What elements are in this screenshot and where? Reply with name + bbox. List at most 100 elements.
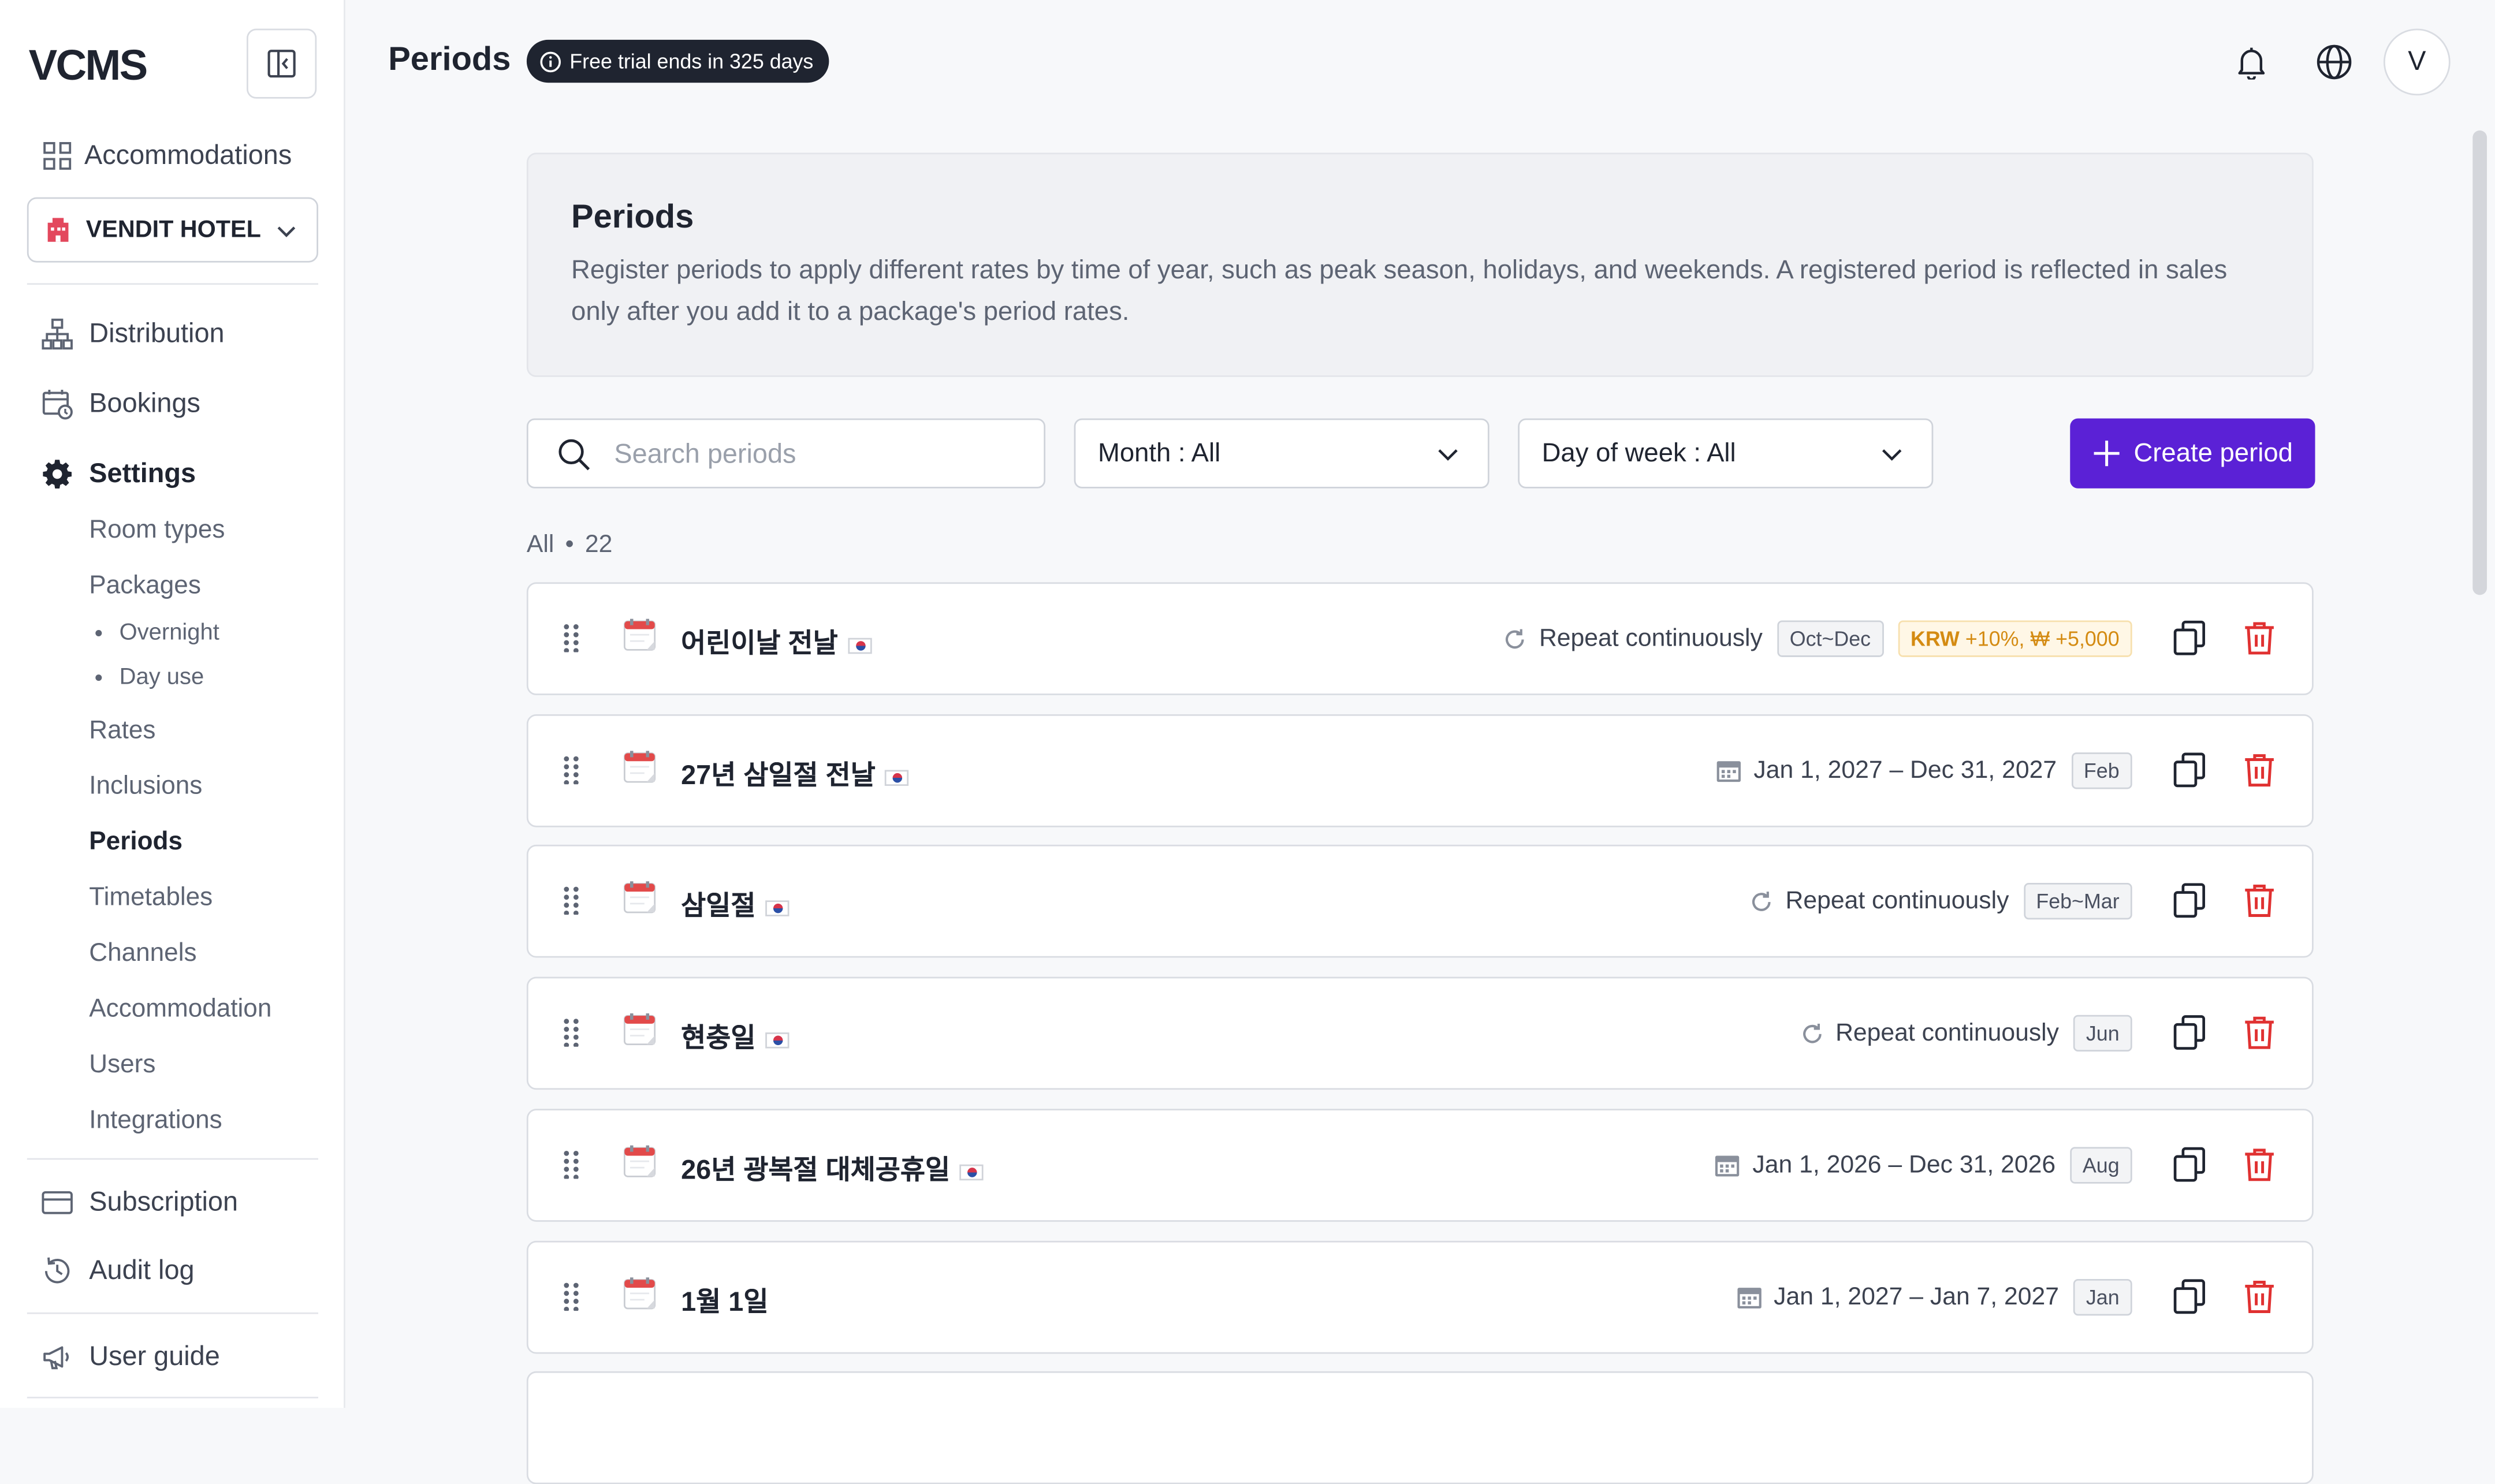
collapse-sidebar-button[interactable]	[247, 28, 317, 99]
language-button[interactable]	[2314, 42, 2355, 83]
sidebar-subitem-rates[interactable]: Rates	[89, 718, 155, 747]
period-name-text: 삼일절	[681, 890, 756, 922]
sidebar-subitem-inclusions[interactable]: Inclusions	[89, 773, 202, 802]
period-schedule: Jan 1, 2027 – Dec 31, 2027	[1715, 756, 2057, 785]
period-name-text: 27년 삼일절 전날	[681, 760, 876, 791]
sidebar-subitem-timetables[interactable]: Timetables	[89, 885, 213, 913]
user-avatar[interactable]: V	[2383, 28, 2451, 96]
period-schedule: Repeat continuously	[1799, 1019, 2059, 1048]
sidebar-item-label: Subscription	[89, 1187, 239, 1217]
month-filter-label: Month : All	[1097, 439, 1221, 468]
sidebar-item-distribution[interactable]: Distribution	[0, 315, 344, 353]
period-row[interactable]: 현충일 Repeat continuously Jun	[526, 976, 2314, 1090]
info-icon	[540, 51, 561, 72]
period-meta: Jan 1, 2027 – Dec 31, 2027 Feb	[1715, 716, 2132, 826]
sidebar-subitem-day-use[interactable]: Day use	[95, 665, 204, 691]
megaphone-icon	[42, 1341, 73, 1373]
sidebar: VCMS Accommodations VENDIT HOTEL Distrib…	[0, 0, 345, 1408]
copy-period-button[interactable]	[2170, 751, 2209, 789]
copy-period-button[interactable]	[2170, 881, 2209, 919]
period-meta: Repeat continuously Jun	[1799, 978, 2132, 1088]
repeat-icon	[1752, 890, 1771, 911]
period-schedule: Repeat continuously	[1503, 624, 1763, 653]
trial-badge-text: Free trial ends in 325 days	[569, 49, 814, 73]
trash-icon	[2245, 754, 2274, 787]
sidebar-subitem-periods[interactable]: Periods	[89, 829, 183, 857]
period-name: 26년 광복절 대체공휴일	[681, 1147, 984, 1187]
delete-period-button[interactable]	[2240, 881, 2278, 919]
plus-icon	[2094, 441, 2120, 467]
copy-icon	[2173, 1279, 2206, 1314]
create-period-button[interactable]: Create period	[2070, 418, 2315, 489]
globe-icon	[2317, 44, 2352, 80]
period-row[interactable]: 삼일절 Repeat continuously Feb~Mar	[526, 844, 2314, 958]
app-logo[interactable]: VCMS	[29, 42, 148, 91]
grid-icon	[42, 140, 73, 171]
period-schedule-text: Repeat continuously	[1835, 1019, 2060, 1046]
drag-handle-icon[interactable]	[563, 1150, 579, 1180]
delete-period-button[interactable]	[2240, 1277, 2278, 1315]
day-of-week-filter-dropdown[interactable]: Day of week : All	[1518, 418, 1934, 489]
trash-icon	[2245, 1149, 2274, 1181]
delete-period-button[interactable]	[2240, 1146, 2278, 1184]
scrollbar-thumb[interactable]	[2472, 130, 2487, 595]
sidebar-item-settings[interactable]: Settings	[0, 455, 344, 493]
period-name: 현충일	[681, 1015, 790, 1055]
sidebar-divider	[27, 1158, 319, 1160]
sidebar-divider	[27, 1312, 319, 1314]
copy-period-button[interactable]	[2170, 1146, 2209, 1184]
period-meta: Repeat continuously Oct~Dec KRW +10%, ₩ +5…	[1503, 584, 2132, 693]
drag-handle-icon[interactable]	[563, 756, 579, 785]
sidebar-item-label: Audit log	[89, 1255, 195, 1286]
sidebar-item-bookings[interactable]: Bookings	[0, 385, 344, 423]
period-meta: Jan 1, 2026 – Dec 31, 2026 Aug	[1714, 1110, 2132, 1220]
sidebar-subitem-channels[interactable]: Channels	[89, 940, 196, 969]
history-icon	[42, 1255, 73, 1287]
period-month-tag: Jan	[2073, 1279, 2132, 1316]
rate-adjustment-tag: KRW +10%, ₩ +5,000	[1897, 620, 2132, 657]
sidebar-subitem-room-types[interactable]: Room types	[89, 517, 225, 546]
drag-handle-icon[interactable]	[563, 624, 579, 654]
period-schedule-text: Jan 1, 2027 – Dec 31, 2027	[1753, 756, 2057, 784]
sidebar-subitem-integrations[interactable]: Integrations	[89, 1107, 222, 1136]
sitemap-icon	[42, 318, 73, 350]
drag-handle-icon[interactable]	[563, 1018, 579, 1048]
period-row[interactable]: 어린이날 전날 Repeat continuously Oct~Dec KRW +10…	[526, 582, 2314, 695]
sidebar-item-subscription[interactable]: Subscription	[0, 1184, 344, 1222]
search-box[interactable]	[526, 418, 1046, 489]
copy-period-button[interactable]	[2170, 1277, 2209, 1315]
delete-period-button[interactable]	[2240, 1013, 2278, 1052]
month-filter-dropdown[interactable]: Month : All	[1074, 418, 1489, 489]
calendar-emoji-icon	[623, 1145, 656, 1177]
delete-period-button[interactable]	[2240, 751, 2278, 789]
notifications-button[interactable]	[2231, 42, 2273, 83]
period-row[interactable]: 26년 광복절 대체공휴일 Jan 1, 2026 – Dec 31, 2026 A…	[526, 1109, 2314, 1222]
copy-period-button[interactable]	[2170, 1013, 2209, 1052]
delete-period-button[interactable]	[2240, 619, 2278, 657]
sidebar-item-user-guide[interactable]: User guide	[0, 1338, 344, 1376]
hotel-selector[interactable]: VENDIT HOTEL	[27, 197, 319, 263]
sidebar-subitem-overnight[interactable]: Overnight	[95, 620, 219, 646]
trash-icon	[2245, 1281, 2274, 1313]
sidebar-subitem-packages[interactable]: Packages	[89, 573, 201, 602]
period-name-text: 어린이날 전날	[681, 628, 838, 659]
sidebar-subitem-accommodation[interactable]: Accommodation	[89, 996, 271, 1025]
period-row[interactable]: 1월 1일 Jan 1, 2027 – Jan 7, 2027 Jan	[526, 1240, 2314, 1354]
sidebar-item-label: Accommodations	[84, 140, 292, 170]
copy-period-button[interactable]	[2170, 619, 2209, 657]
period-schedule-text: Repeat continuously	[1785, 886, 2009, 914]
drag-handle-icon[interactable]	[563, 886, 579, 916]
sidebar-item-audit-log[interactable]: Audit log	[0, 1252, 344, 1290]
period-row[interactable]: 27년 삼일절 전날 Jan 1, 2027 – Dec 31, 2027 Feb	[526, 714, 2314, 827]
copy-icon	[2173, 1147, 2206, 1182]
result-count: All • 22	[526, 531, 613, 559]
sidebar-item-accommodations[interactable]: Accommodations	[0, 137, 344, 175]
period-row[interactable]	[526, 1371, 2314, 1484]
search-input[interactable]	[610, 435, 1031, 474]
hotel-icon	[47, 218, 69, 242]
calendar-emoji-icon	[623, 1013, 656, 1046]
sidebar-subitem-users[interactable]: Users	[89, 1052, 155, 1080]
period-month-tag: Feb~Mar	[2023, 883, 2132, 920]
sidebar-divider	[27, 283, 319, 285]
drag-handle-icon[interactable]	[563, 1282, 579, 1312]
